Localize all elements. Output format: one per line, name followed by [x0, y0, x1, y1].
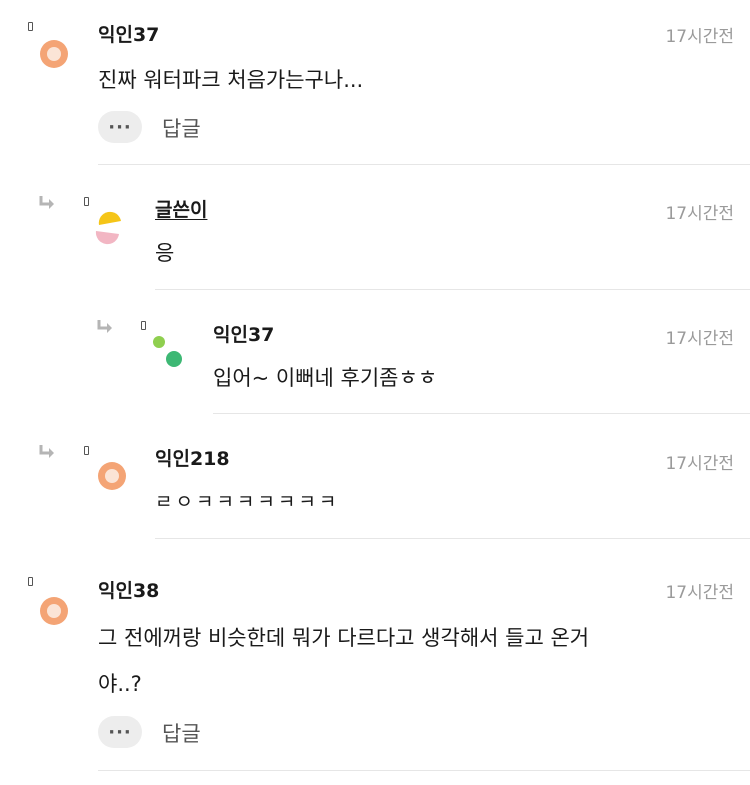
- comment-text: 입어~ 이뻐네 후기좀ㅎㅎ: [213, 366, 438, 390]
- reply-arrow-icon: [39, 196, 54, 209]
- comment-marker-icon: [84, 446, 89, 455]
- comment-marker-icon: [28, 22, 33, 31]
- divider: [213, 413, 750, 414]
- divider: [98, 770, 750, 771]
- author-avatar-icon: [95, 211, 121, 245]
- divider: [155, 289, 750, 290]
- comment-text: 응: [155, 241, 175, 265]
- comment-text: 진짜 워터파크 처음가는구나...: [98, 68, 364, 92]
- comment-time: 17시간전: [665, 454, 734, 474]
- divider: [155, 538, 750, 539]
- avatar: [98, 462, 126, 490]
- avatar: [40, 597, 68, 625]
- comment-text-line: 야..?: [98, 672, 142, 696]
- comment-marker-icon: [141, 321, 146, 330]
- comment-text: ㄹㅇㅋㅋㅋㅋㅋㅋㅋ: [155, 491, 340, 513]
- comment-author[interactable]: 글쓴이: [155, 195, 207, 222]
- reply-arrow-icon: [97, 320, 112, 333]
- comment-author: 익인37: [98, 24, 160, 46]
- comment-time: 17시간전: [665, 204, 734, 224]
- comment-time: 17시간전: [665, 329, 734, 349]
- comment-time: 17시간전: [665, 27, 734, 47]
- reply-button[interactable]: 답글: [162, 718, 201, 748]
- reply-button[interactable]: 답글: [162, 113, 201, 143]
- comment-text-line: 그 전에꺼랑 비슷한데 뭐가 다르다고 생각해서 들고 온거: [98, 626, 590, 650]
- comment-author: 익인37: [213, 324, 275, 346]
- comment-author: 익인218: [155, 448, 230, 470]
- avatar-dots-icon: [153, 336, 182, 367]
- comment-marker-icon: [28, 577, 33, 586]
- more-options-button[interactable]: ···: [98, 111, 142, 143]
- comment-time: 17시간전: [665, 583, 734, 603]
- more-options-button[interactable]: ···: [98, 716, 142, 748]
- comment-author: 익인38: [98, 580, 160, 602]
- reply-arrow-icon: [39, 445, 54, 458]
- avatar: [40, 40, 68, 68]
- divider: [98, 164, 750, 165]
- comment-marker-icon: [84, 197, 89, 206]
